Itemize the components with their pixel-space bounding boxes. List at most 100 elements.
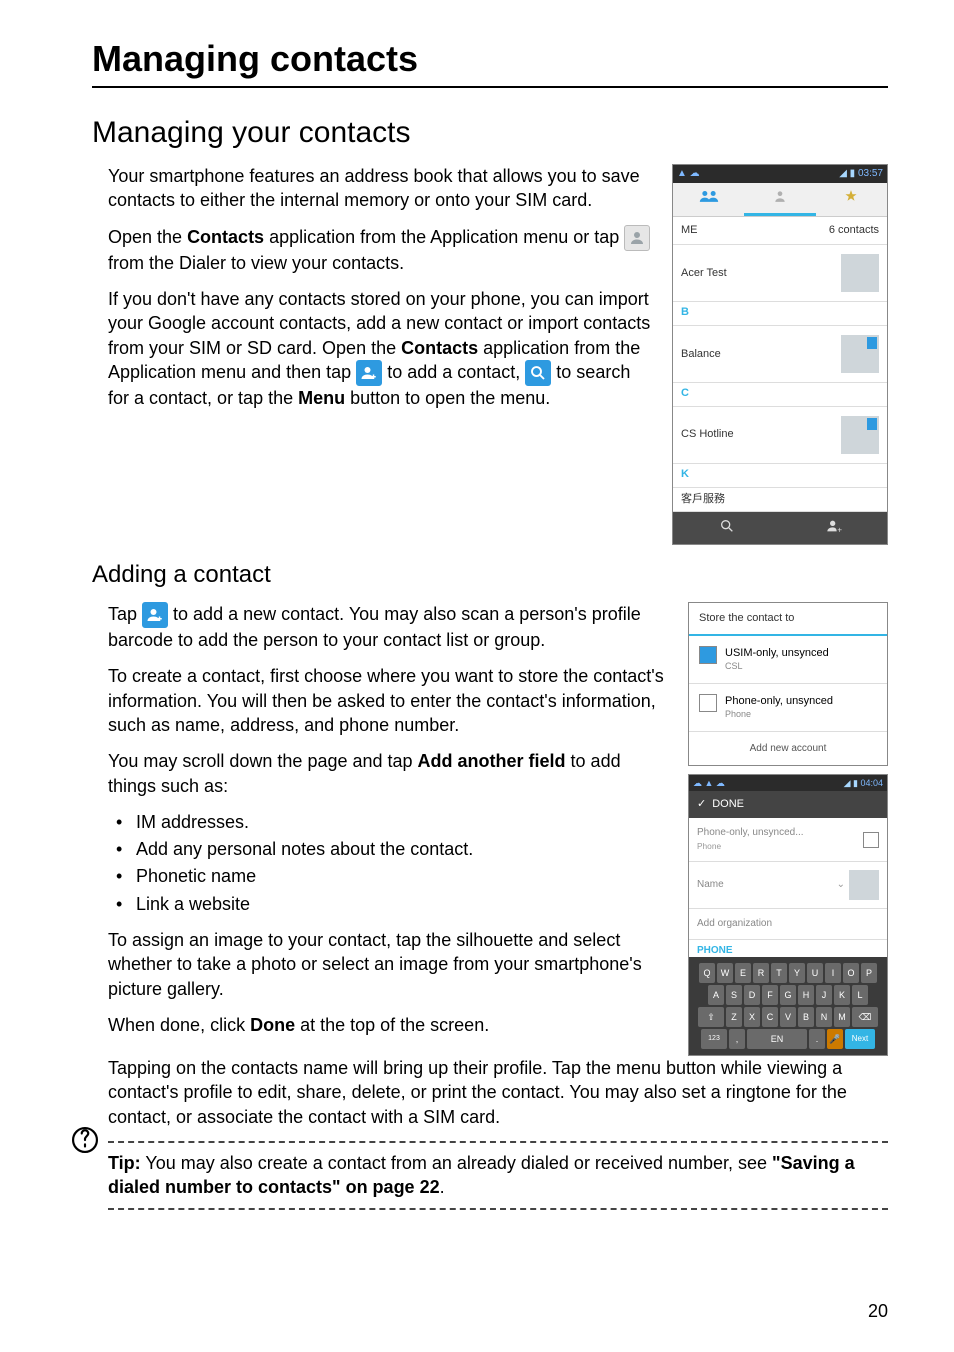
- key[interactable]: C: [762, 1007, 778, 1027]
- key[interactable]: M: [834, 1007, 850, 1027]
- avatar-placeholder[interactable]: [849, 870, 879, 900]
- key[interactable]: G: [780, 985, 796, 1005]
- sym-key[interactable]: 123: [701, 1029, 727, 1049]
- backspace-key[interactable]: ⌫: [852, 1007, 878, 1027]
- contact-row[interactable]: Acer Test: [673, 245, 887, 302]
- contact-count: 6 contacts: [829, 223, 879, 238]
- key[interactable]: A: [708, 985, 724, 1005]
- comma-key[interactable]: ,: [729, 1029, 745, 1049]
- adding-p3-a: You may scroll down the page and tap: [108, 751, 418, 771]
- adding-p4: To assign an image to your contact, tap …: [108, 928, 670, 1001]
- key[interactable]: S: [726, 985, 742, 1005]
- key[interactable]: L: [852, 985, 868, 1005]
- phone-icon: [863, 832, 879, 848]
- avatar: [841, 416, 879, 454]
- adding-p1: Tap to add a new contact. You may also s…: [108, 602, 670, 653]
- key[interactable]: R: [753, 963, 769, 983]
- bullet-list: IM addresses. Add any personal notes abo…: [108, 810, 670, 916]
- add-contact-icon: [356, 360, 382, 386]
- check-icon: ✓: [697, 797, 706, 812]
- key[interactable]: W: [717, 963, 733, 983]
- status-time: ◢ ▮ 04:04: [844, 777, 883, 789]
- list-item: Add any personal notes about the contact…: [116, 837, 670, 861]
- period-key[interactable]: .: [809, 1029, 825, 1049]
- mic-key[interactable]: 🎤: [827, 1029, 843, 1049]
- contacts-list-screenshot: ▲ ☁◢ ▮ 03:57 ME6 contacts Acer Test B Ba…: [672, 164, 888, 545]
- popup-option[interactable]: USIM-only, unsyncedCSL: [689, 636, 887, 684]
- key[interactable]: Y: [789, 963, 805, 983]
- adding-p1-b: to add a new contact. You may also scan …: [108, 604, 641, 650]
- tab-favorites[interactable]: [816, 183, 887, 217]
- tab-all-contacts[interactable]: [744, 183, 815, 217]
- tip-icon: [72, 1127, 98, 1153]
- adding-p2: To create a contact, first choose where …: [108, 664, 670, 737]
- adding-p5-a: When done, click: [108, 1015, 250, 1035]
- chevron-down-icon[interactable]: ⌄: [837, 878, 845, 892]
- add-contact-button[interactable]: +: [780, 512, 887, 545]
- keyboard[interactable]: QWERTYUIOP ASDFGHJKL ⇧ZXCVBNM⌫ 123,EN.🎤N…: [689, 957, 887, 1055]
- section-letter: B: [673, 302, 887, 326]
- sim-icon: [699, 646, 717, 664]
- org-field[interactable]: Add organization: [689, 909, 887, 940]
- account-sub: Phone: [697, 841, 721, 851]
- store-contact-popup: Store the contact to USIM-only, unsynced…: [688, 602, 888, 766]
- done-button[interactable]: ✓DONE: [689, 791, 887, 818]
- key[interactable]: U: [807, 963, 823, 983]
- contacts-label-2: Contacts: [401, 338, 478, 358]
- next-key[interactable]: Next: [845, 1029, 875, 1049]
- phone-icon: [699, 694, 717, 712]
- list-item: IM addresses.: [116, 810, 670, 834]
- add-field-label: Add another field: [418, 751, 566, 771]
- contacts-label: Contacts: [187, 227, 264, 247]
- key[interactable]: B: [798, 1007, 814, 1027]
- key[interactable]: P: [861, 963, 877, 983]
- key[interactable]: D: [744, 985, 760, 1005]
- key[interactable]: J: [816, 985, 832, 1005]
- intro-p2-d: from the Dialer to view your contacts.: [108, 253, 404, 273]
- key[interactable]: H: [798, 985, 814, 1005]
- status-icons-left: ▲ ☁: [677, 167, 700, 181]
- contact-row[interactable]: 客戶服務: [673, 488, 887, 512]
- section-heading-managing: Managing your contacts: [92, 116, 888, 150]
- popup-option[interactable]: Phone-only, unsyncedPhone: [689, 684, 887, 732]
- intro-p3-d: to add a contact,: [382, 362, 525, 382]
- name-field[interactable]: Name ⌄: [689, 862, 887, 909]
- contact-row[interactable]: CS Hotline: [673, 407, 887, 464]
- section-letter: K: [673, 464, 887, 488]
- intro-p3-g: button to open the menu.: [345, 388, 550, 408]
- account-row[interactable]: Phone-only, unsynced... Phone: [689, 818, 887, 862]
- intro-paragraph-3: If you don't have any contacts stored on…: [108, 287, 654, 410]
- key[interactable]: X: [744, 1007, 760, 1027]
- tip-label: Tip:: [108, 1153, 141, 1173]
- key[interactable]: O: [843, 963, 859, 983]
- key[interactable]: I: [825, 963, 841, 983]
- key[interactable]: T: [771, 963, 787, 983]
- key[interactable]: V: [780, 1007, 796, 1027]
- key[interactable]: Q: [699, 963, 715, 983]
- tab-groups[interactable]: [673, 183, 744, 217]
- key[interactable]: K: [834, 985, 850, 1005]
- space-key[interactable]: EN: [747, 1029, 807, 1049]
- menu-label: Menu: [298, 388, 345, 408]
- tip-text: You may also create a contact from an al…: [141, 1153, 772, 1173]
- key[interactable]: E: [735, 963, 751, 983]
- contact-row[interactable]: Balance: [673, 326, 887, 383]
- status-time: ◢ ▮ 03:57: [839, 167, 883, 181]
- option-sub: Phone: [725, 708, 833, 720]
- add-account-button[interactable]: Add new account: [689, 732, 887, 766]
- key[interactable]: Z: [726, 1007, 742, 1027]
- tip-box: Tip: You may also create a contact from …: [108, 1141, 888, 1210]
- intro-p2-c: application from the Application menu or…: [264, 227, 624, 247]
- section-letter: C: [673, 383, 887, 407]
- subsection-heading-adding: Adding a contact: [92, 559, 888, 591]
- shift-key[interactable]: ⇧: [698, 1007, 724, 1027]
- intro-paragraph-2: Open the Contacts application from the A…: [108, 225, 654, 276]
- account-label: Phone-only, unsynced...: [697, 827, 804, 838]
- name-placeholder: Name: [697, 878, 724, 892]
- page-number: 20: [868, 1301, 888, 1322]
- key[interactable]: N: [816, 1007, 832, 1027]
- avatar: [841, 254, 879, 292]
- option-sub: CSL: [725, 660, 829, 672]
- key[interactable]: F: [762, 985, 778, 1005]
- search-button[interactable]: [673, 512, 780, 545]
